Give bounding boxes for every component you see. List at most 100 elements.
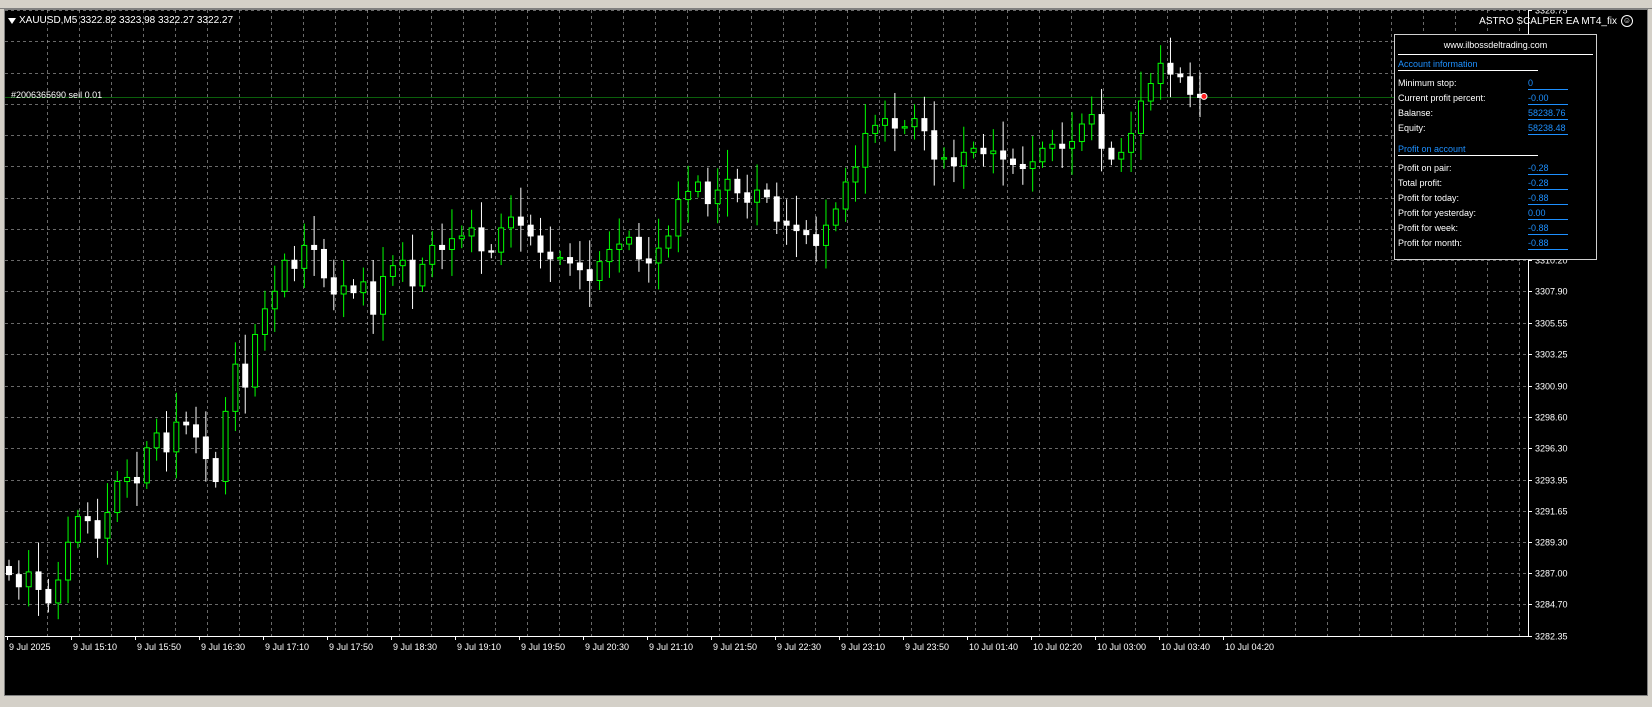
candle-body — [842, 181, 849, 210]
candle-body — [882, 118, 889, 126]
candle-body — [193, 424, 200, 438]
candle-body — [1059, 143, 1066, 149]
y-tick-label: 3298.60 — [1535, 413, 1568, 423]
candle-body — [330, 277, 337, 295]
candle-body — [458, 235, 465, 240]
row-value: 0 — [1528, 78, 1534, 88]
candle-body — [291, 259, 298, 269]
window-bottom-strip — [0, 696, 1652, 707]
candle-body — [222, 410, 229, 483]
row-value: -0.88 — [1528, 223, 1549, 233]
candle-body — [931, 130, 938, 160]
profit-section-title: Profit on account — [1398, 144, 1466, 154]
candle-body — [754, 189, 761, 203]
x-tick-label: 9 Jul 18:30 — [393, 642, 437, 652]
row-value: 58238.76 — [1528, 108, 1566, 118]
row-value: -0.28 — [1528, 163, 1549, 173]
candle-body — [133, 476, 140, 484]
candle-body — [163, 432, 170, 453]
candle-body — [714, 189, 721, 205]
candle-body — [242, 363, 249, 388]
x-tick-label: 9 Jul 15:50 — [137, 642, 181, 652]
y-tick-label: 3328.75 — [1535, 10, 1568, 16]
candle-body — [704, 181, 711, 205]
candle-body — [212, 458, 219, 483]
candle-body — [281, 259, 288, 292]
row-label: Profit for today: — [1398, 193, 1460, 203]
window-top-strip — [0, 0, 1652, 9]
candle-body — [822, 224, 829, 246]
candle-body — [763, 189, 770, 198]
symbol-info: XAUUSD,M5 3322.82 3323.98 3322.27 3322.2… — [19, 15, 234, 26]
candle-body — [320, 248, 327, 279]
candle-body — [773, 196, 780, 222]
candle-body — [813, 234, 820, 246]
ea-info-panel: www.ilbossdeltrading.com Account informa… — [1394, 34, 1597, 260]
candle-body — [350, 285, 357, 294]
candle-body — [901, 126, 908, 129]
candle-body — [1078, 123, 1085, 143]
x-tick-label: 9 Jul 16:30 — [201, 642, 245, 652]
candle-body — [104, 512, 111, 539]
candle-body — [183, 421, 190, 426]
y-tick-label: 3289.30 — [1535, 538, 1568, 548]
candle-body — [311, 244, 318, 250]
candle-body — [6, 566, 12, 576]
candle-body — [1019, 163, 1026, 170]
candle-body — [252, 333, 259, 388]
y-tick-label: 3287.00 — [1535, 569, 1568, 579]
candle-body — [1128, 132, 1135, 153]
candle-body — [1000, 150, 1007, 160]
row-value: -0.28 — [1528, 178, 1549, 188]
y-tick-label: 3303.25 — [1535, 350, 1568, 360]
candle-body — [340, 285, 347, 295]
row-label: Current profit percent: — [1398, 93, 1486, 103]
y-tick-label: 3307.90 — [1535, 287, 1568, 297]
y-tick-label: 3296.30 — [1535, 444, 1568, 454]
candle-body — [202, 436, 209, 460]
value-underline — [1528, 249, 1568, 250]
x-tick-label: 10 Jul 03:40 — [1161, 642, 1210, 652]
candle-body — [488, 250, 495, 253]
candle-body — [1137, 100, 1144, 134]
row-label: Total profit: — [1398, 178, 1443, 188]
candle-body — [35, 571, 42, 590]
candle-body — [911, 118, 918, 128]
value-underline — [1528, 89, 1568, 90]
candle-body — [695, 181, 702, 192]
value-underline — [1528, 219, 1568, 220]
candle-body — [517, 216, 524, 226]
candle-body — [724, 178, 731, 191]
candle-body — [448, 238, 455, 250]
row-value: -0.88 — [1528, 238, 1549, 248]
row-value: -0.88 — [1528, 193, 1549, 203]
candle-body — [429, 244, 436, 265]
candle-body — [803, 230, 810, 236]
candle-body — [665, 235, 672, 249]
order-label: #2006365690 sell 0.01 — [11, 90, 103, 100]
candle-body — [734, 178, 741, 194]
row-value: 0.00 — [1528, 208, 1546, 218]
candle-body — [143, 447, 150, 484]
y-tick-label: 3282.35 — [1535, 632, 1568, 642]
smiley-icon[interactable]: ☺ — [1621, 15, 1633, 27]
candle-body — [1009, 158, 1016, 165]
candle-body — [84, 516, 91, 522]
account-section-title: Account information — [1398, 59, 1478, 69]
chart-window[interactable]: 3328.753326.453324.103321.803319.503317.… — [4, 9, 1648, 696]
candle-body — [1039, 147, 1046, 163]
y-tick-label: 3293.95 — [1535, 476, 1568, 486]
row-label: Minimum stop: — [1398, 78, 1457, 88]
candle-body — [360, 281, 367, 294]
candle-body — [45, 588, 52, 604]
value-underline — [1528, 234, 1568, 235]
x-tick-label: 9 Jul 2025 — [9, 642, 51, 652]
candle-body — [606, 248, 613, 263]
candle-body — [557, 257, 564, 260]
candle-body — [261, 308, 268, 335]
candle-body — [74, 516, 81, 543]
candle-body — [232, 363, 239, 412]
chart-menu-triangle-icon[interactable] — [8, 18, 16, 24]
candle-body — [832, 208, 839, 226]
row-label: Balanse: — [1398, 108, 1434, 118]
